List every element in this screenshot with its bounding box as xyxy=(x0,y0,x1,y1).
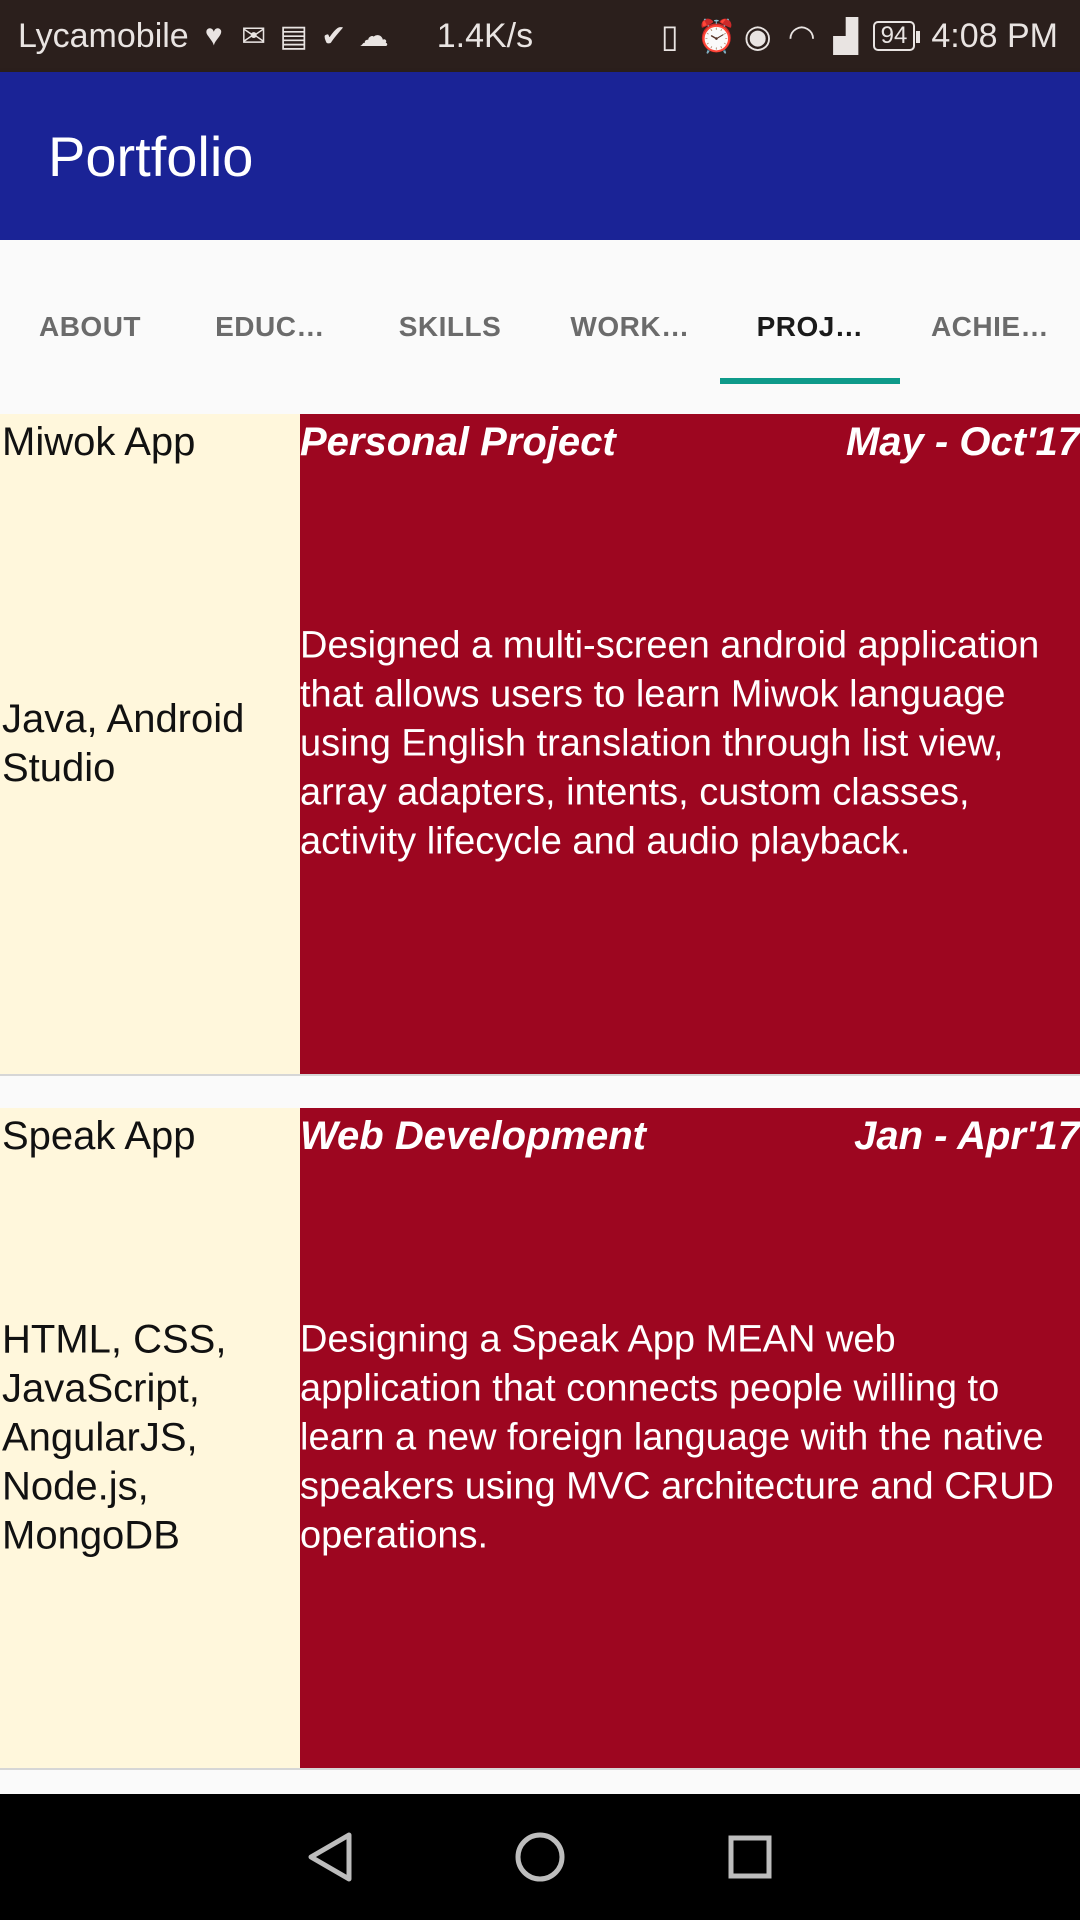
health-icon: ♥ xyxy=(204,19,223,52)
alarm-icon: ⏰ xyxy=(696,18,737,54)
project-name: Miwok App xyxy=(2,420,196,464)
news-icon: ▤ xyxy=(279,19,308,53)
recents-button[interactable] xyxy=(720,1827,780,1887)
page-title: Portfolio xyxy=(48,124,254,188)
project-name: Speak App xyxy=(2,1114,196,1158)
eye-icon: ◉ xyxy=(743,18,772,54)
home-button[interactable] xyxy=(510,1827,570,1887)
project-info: Speak App HTML, CSS, JavaScript, Angular… xyxy=(0,1108,300,1768)
project-description: Designing a Speak App MEAN web applicati… xyxy=(300,1318,1054,1557)
recents-icon xyxy=(728,1835,772,1879)
tab-projects[interactable]: PROJ… xyxy=(720,240,900,414)
battery-indicator: 94 xyxy=(872,21,921,51)
home-icon xyxy=(515,1832,565,1882)
status-bar: Lycamobile ♥ ✉ ▤ ✔ ☁ 1.4K/s ▯ ⏰ ◉ ◠ ▟ 94… xyxy=(0,0,1080,72)
navigation-bar xyxy=(0,1794,1080,1920)
signal-icon: ▟ xyxy=(833,18,858,54)
cloud-icon: ☁ xyxy=(358,19,389,53)
carrier-name: Lycamobile xyxy=(18,16,189,55)
project-details: Web Development Jan - Apr'17 Designing a… xyxy=(300,1108,1080,1768)
divider xyxy=(0,1768,1080,1770)
project-details: Personal Project May - Oct'17 Designed a… xyxy=(300,414,1080,1074)
project-description: Designed a multi-screen android applicat… xyxy=(300,624,1040,863)
project-list: Miwok App Java, Android Studio Personal … xyxy=(0,414,1080,1770)
tab-about[interactable]: ABOUT xyxy=(0,240,180,414)
app-bar: Portfolio xyxy=(0,72,1080,240)
project-card: Miwok App Java, Android Studio Personal … xyxy=(0,414,1080,1074)
wifi-icon: ◠ xyxy=(787,18,816,54)
back-button[interactable] xyxy=(300,1827,360,1887)
project-tech: Java, Android Studio xyxy=(2,697,245,790)
project-date: Jan - Apr'17 xyxy=(854,1114,1080,1158)
tab-work[interactable]: WORK… xyxy=(540,240,720,414)
project-tech: HTML, CSS, JavaScript, AngularJS, Node.j… xyxy=(2,1317,227,1558)
tab-education[interactable]: EDUC… xyxy=(180,240,360,414)
project-type: Personal Project xyxy=(300,420,616,464)
tab-bar: ABOUT EDUC… SKILLS WORK… PROJ… ACHIE… xyxy=(0,240,1080,414)
back-icon xyxy=(308,1832,352,1882)
clock: 4:08 PM xyxy=(931,16,1058,55)
project-date: May - Oct'17 xyxy=(845,420,1080,464)
project-type: Web Development xyxy=(300,1114,646,1158)
network-speed: 1.4K/s xyxy=(436,16,534,55)
tab-skills[interactable]: SKILLS xyxy=(360,240,540,414)
gmail-icon: ✉ xyxy=(241,19,267,53)
tab-achievements[interactable]: ACHIE… xyxy=(900,240,1080,414)
vibrate-icon: ▯ xyxy=(660,18,679,54)
project-card: Speak App HTML, CSS, JavaScript, Angular… xyxy=(0,1108,1080,1768)
check-icon: ✔ xyxy=(321,19,347,53)
project-info: Miwok App Java, Android Studio xyxy=(0,414,300,1074)
